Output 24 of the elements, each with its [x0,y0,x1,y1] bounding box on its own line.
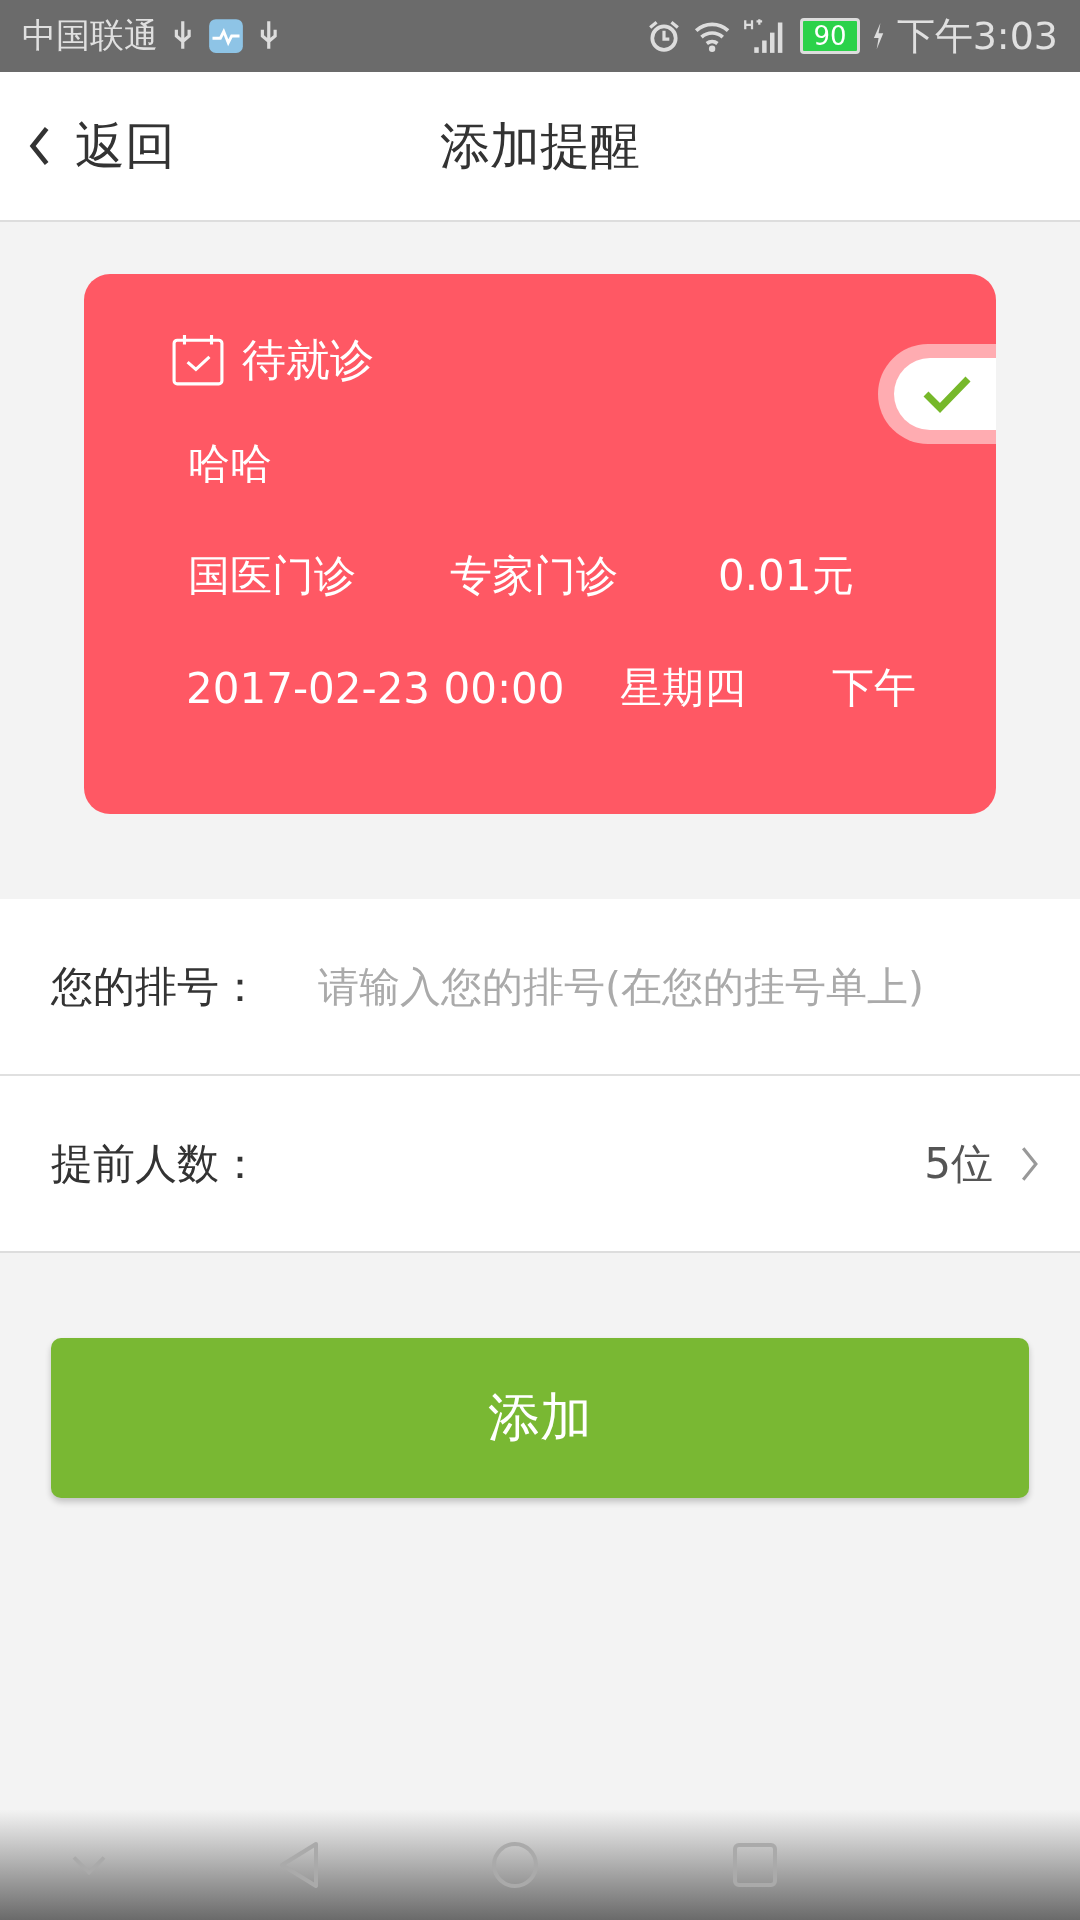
page-title: 添加提醒 [440,115,640,177]
back-button[interactable]: 返回 [0,112,176,180]
appointment-detail: 0.01元 [718,550,855,602]
alarm-icon [647,19,682,53]
queue-number-input[interactable]: 请输入您的排号(在您的挂号单上) [318,962,1040,1011]
carrier-name: 中国联通 [22,14,158,57]
checkmark-icon [922,374,972,414]
app-icon [207,18,244,54]
people-ahead-value[interactable]: 5位 [924,1135,993,1192]
appointment-detail: 国医门诊 [188,550,357,602]
appointment-time: 2017-02-23 00:00 [186,663,566,713]
select-toggle[interactable] [878,344,996,444]
field-label: 提前人数： [51,1137,262,1190]
appointment-time: 星期四 [620,662,747,714]
home-icon[interactable] [490,1840,540,1890]
field-label: 您的排号： [51,960,262,1013]
clock: 下午3:03 [896,12,1058,60]
patient-name: 哈哈 [188,438,272,490]
calendar-check-icon [172,334,224,386]
appointment-status: 待就诊 [242,332,374,387]
recent-apps-icon[interactable] [730,1840,780,1890]
battery-indicator: 90 [800,18,860,54]
appointment-time: 下午 [832,662,917,714]
appointment-detail: 专家门诊 [450,550,619,602]
